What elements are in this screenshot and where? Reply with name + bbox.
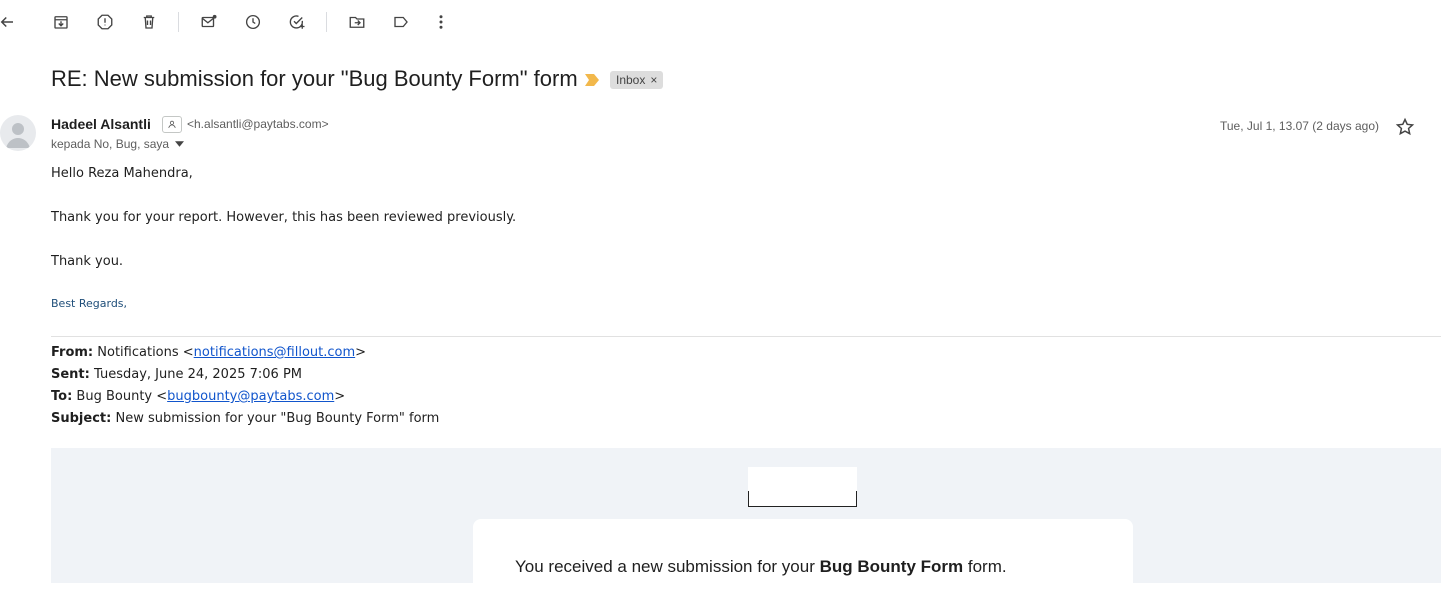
avatar <box>0 115 36 151</box>
add-task-icon[interactable] <box>286 11 308 33</box>
remove-label-button[interactable]: × <box>650 73 657 87</box>
email-date: Tue, Jul 1, 13.07 (2 days ago) <box>1220 119 1379 133</box>
star-icon[interactable] <box>1395 117 1415 137</box>
snooze-icon[interactable] <box>242 11 264 33</box>
sender-email: <h.alsantli@paytabs.com> <box>187 117 329 131</box>
move-to-icon[interactable] <box>346 11 368 33</box>
card-form-name: Bug Bounty Form <box>819 557 964 576</box>
label-icon[interactable] <box>390 11 412 33</box>
sent-label: Sent: <box>51 367 90 382</box>
from-end: > <box>355 345 367 360</box>
toolbar-divider <box>326 12 327 32</box>
closing-text: Thank you. <box>51 254 124 269</box>
to-label: To: <box>51 389 73 404</box>
mark-unread-icon[interactable] <box>198 11 220 33</box>
inbox-label-chip: Inbox × <box>610 71 664 89</box>
quoted-to-line: To: Bug Bounty <bugbounty@paytabs.com> <box>51 389 345 404</box>
contact-card-icon[interactable] <box>162 116 182 133</box>
delete-icon[interactable] <box>138 11 160 33</box>
card-text-prefix: You received a new submission for your <box>515 557 820 576</box>
quoted-subject-line: Subject: New submission for your "Bug Bo… <box>51 411 439 426</box>
importance-marker-icon[interactable] <box>584 73 600 87</box>
recipients-details-toggle[interactable]: kepada No, Bug, saya <box>51 137 185 151</box>
notification-card-text: You received a new submission for your B… <box>515 557 1007 577</box>
sent-value: Tuesday, June 24, 2025 7:06 PM <box>94 367 302 382</box>
card-text-suffix: form. <box>963 557 1007 576</box>
more-vert-icon[interactable] <box>430 11 452 33</box>
to-email-link[interactable]: bugbounty@paytabs.com <box>167 389 334 404</box>
from-email-link[interactable]: notifications@fillout.com <box>194 345 355 360</box>
archive-icon[interactable] <box>50 11 72 33</box>
sender-name: Hadeel Alsantli <box>51 116 151 132</box>
back-arrow-icon[interactable] <box>0 11 18 33</box>
subject-label: Subject: <box>51 411 112 426</box>
chevron-down-icon <box>175 141 185 147</box>
to-end: > <box>334 389 346 404</box>
quoted-from-line: From: Notifications <notifications@fillo… <box>51 345 366 360</box>
report-spam-icon[interactable] <box>94 11 116 33</box>
to-name: Bug Bounty < <box>76 389 168 404</box>
email-subject: RE: New submission for your "Bug Bounty … <box>51 66 578 91</box>
inbox-label-text: Inbox <box>616 73 646 87</box>
from-label: From: <box>51 345 94 360</box>
subject-value: New submission for your "Bug Bounty Form… <box>115 411 440 426</box>
from-name: Notifications < <box>97 345 194 360</box>
greeting-text: Hello Reza Mahendra, <box>51 166 193 181</box>
logo-placeholder-top <box>748 467 857 491</box>
toolbar-divider <box>178 12 179 32</box>
quote-divider <box>51 336 1441 337</box>
quoted-sent-line: Sent: Tuesday, June 24, 2025 7:06 PM <box>51 367 302 382</box>
body-paragraph: Thank you for your report. However, this… <box>51 210 517 225</box>
recipients-text: kepada No, Bug, saya <box>51 137 170 151</box>
signature-text: Best Regards, <box>51 297 128 310</box>
